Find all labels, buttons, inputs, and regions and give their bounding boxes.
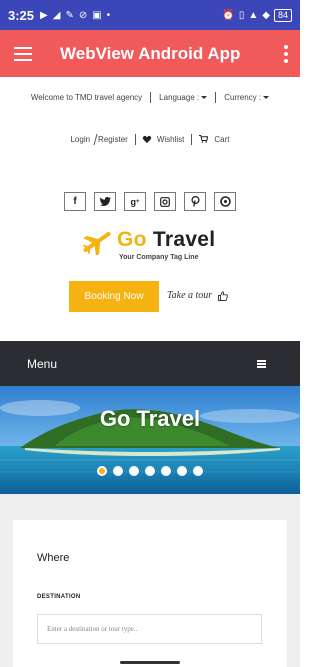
window-icon: ▣	[92, 9, 102, 21]
destination-input[interactable]	[37, 614, 262, 644]
divider	[150, 92, 152, 103]
divider	[93, 134, 98, 145]
instagram-icon[interactable]	[154, 192, 176, 211]
island-image	[0, 386, 300, 494]
signal-icon: ▲	[248, 9, 259, 21]
notification-icons: ▶ ◢ ✎ ⊘ ▣ •	[40, 10, 110, 21]
telegram-icon: ◢	[52, 9, 61, 21]
slider-dot[interactable]	[145, 466, 155, 476]
brand-travel: Travel	[152, 228, 216, 251]
dot-icon: •	[106, 9, 111, 21]
slider-dots	[0, 466, 300, 476]
chevron-down-icon	[263, 96, 270, 100]
wifi-icon: ◆	[262, 9, 270, 21]
language-dropdown[interactable]: Language :	[159, 93, 208, 102]
search-section: Where DESTINATION	[0, 494, 300, 667]
divider	[191, 134, 193, 145]
slider-dot[interactable]	[193, 466, 203, 476]
take-a-tour-link[interactable]: Take a tour	[167, 290, 229, 301]
language-label: Language :	[159, 93, 200, 102]
drawer-menu-icon[interactable]	[14, 46, 32, 61]
pinterest-icon[interactable]	[184, 192, 206, 211]
facebook-icon[interactable]: f	[64, 192, 86, 211]
divider	[134, 134, 136, 145]
app-bar: WebView Android App	[0, 30, 300, 77]
cart-link[interactable]: Cart	[214, 135, 229, 144]
hero-slider[interactable]: Go Travel	[0, 386, 300, 494]
twitter-icon[interactable]	[94, 192, 116, 211]
menu-bar[interactable]: Menu	[0, 341, 300, 386]
system-icons: ⏰ ▯ ▲ ◆ 84	[222, 8, 292, 22]
blocked-icon: ⊘	[78, 9, 88, 21]
top-info-bar: Welcome to TMD travel agency Language : …	[0, 92, 300, 103]
battery-icon: 84	[273, 8, 292, 22]
menu-toggle-icon[interactable]	[257, 359, 266, 368]
booking-now-button[interactable]: Booking Now	[69, 281, 159, 312]
menu-label: Menu	[27, 356, 58, 371]
welcome-text: Welcome to TMD travel agency	[30, 93, 143, 102]
slider-dot[interactable]	[161, 466, 171, 476]
slider-dot[interactable]	[177, 466, 187, 476]
dribbble-icon[interactable]	[214, 192, 236, 211]
edit-icon: ✎	[65, 9, 74, 21]
brand-tagline: Your Company Tag Line	[119, 254, 199, 261]
register-link[interactable]: Register	[98, 135, 128, 144]
thumbs-up-icon	[218, 290, 229, 301]
vibrate-icon: ▯	[238, 9, 245, 21]
play-icon: ▶	[40, 9, 48, 21]
search-panel: Where DESTINATION	[13, 520, 287, 667]
status-bar: 3:25 ▶ ◢ ✎ ⊘ ▣ • ⏰ ▯ ▲ ◆ 84	[0, 0, 300, 30]
currency-label: Currency :	[224, 93, 262, 102]
alarm-icon: ⏰	[222, 9, 235, 21]
divider	[215, 92, 217, 103]
login-link[interactable]: Login	[70, 135, 90, 144]
slider-dot[interactable]	[129, 466, 139, 476]
wishlist-link[interactable]: Wishlist	[157, 135, 185, 144]
slider-dot[interactable]	[113, 466, 123, 476]
slider-dot-active[interactable]	[97, 466, 107, 476]
cart-icon	[199, 134, 209, 145]
gesture-handle[interactable]	[120, 661, 180, 664]
social-links: f g +	[0, 192, 300, 211]
currency-dropdown[interactable]: Currency :	[224, 93, 270, 102]
app-title: WebView Android App	[60, 43, 241, 63]
google-plus-icon[interactable]: g +	[124, 192, 146, 211]
status-time: 3:25	[8, 7, 35, 23]
overflow-menu-icon[interactable]	[284, 44, 288, 63]
destination-label: DESTINATION	[37, 594, 81, 600]
hero-title: Go Travel	[99, 406, 201, 431]
take-a-tour-label: Take a tour	[167, 290, 213, 301]
account-bar: Login Register Wishlist Cart	[0, 134, 300, 145]
airplane-icon	[82, 231, 111, 255]
brand-logo[interactable]: Go Travel Your Company Tag Line	[82, 226, 232, 266]
where-heading: Where	[37, 552, 70, 564]
brand-name: Go Travel	[117, 228, 215, 252]
heart-icon	[143, 136, 151, 143]
brand-go: Go	[117, 228, 147, 251]
chevron-down-icon	[201, 96, 208, 100]
